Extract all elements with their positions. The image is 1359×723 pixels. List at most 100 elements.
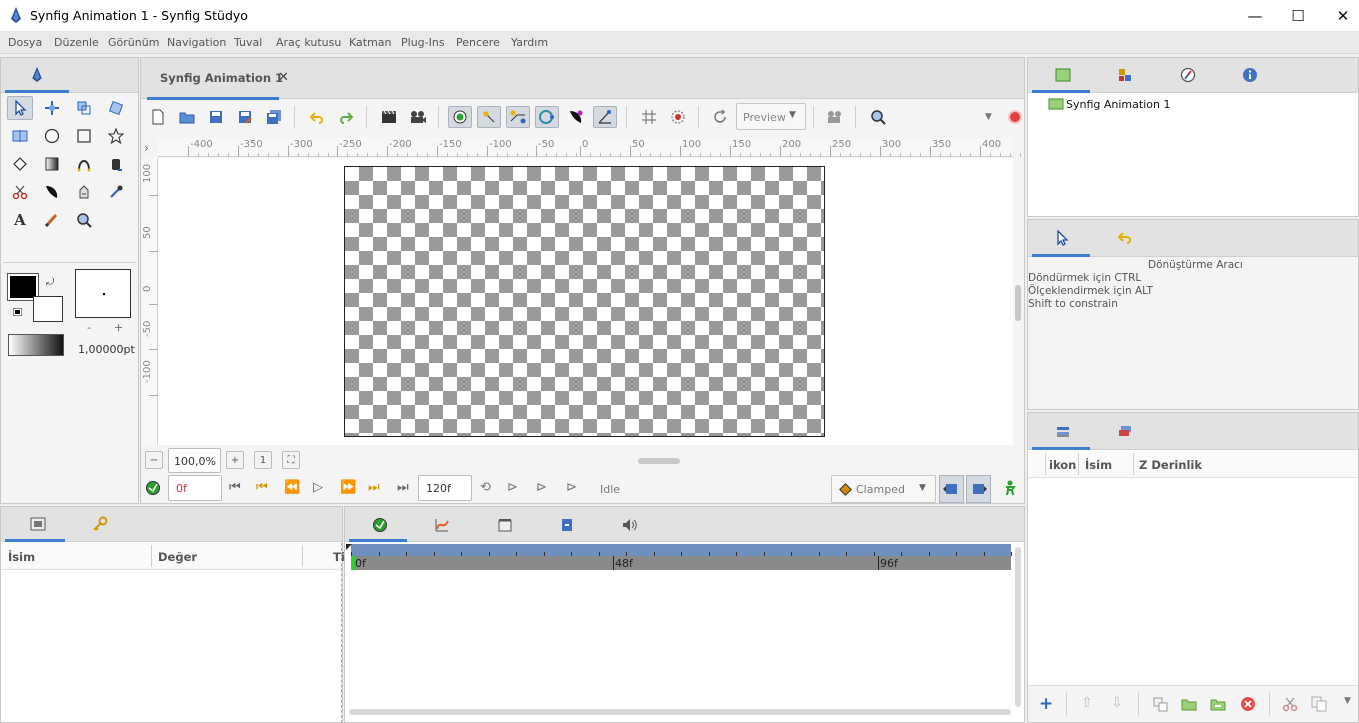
brush-tool-icon[interactable] <box>39 208 65 232</box>
default-gradient-swatch[interactable] <box>8 334 64 356</box>
open-file-icon[interactable] <box>175 106 199 128</box>
layers-col-zdepth[interactable]: Z Derinlik <box>1139 458 1202 472</box>
bounds-toggle-icon[interactable]: ⊳ <box>536 481 547 494</box>
text-tool-icon[interactable]: A <box>7 208 33 232</box>
brush-size-preview[interactable] <box>75 269 131 318</box>
copy-layer-icon[interactable] <box>1311 696 1327 715</box>
brush-size-increase[interactable]: + <box>114 321 123 334</box>
sound-tab-icon[interactable] <box>621 517 637 536</box>
camera-render-icon[interactable] <box>823 106 847 128</box>
horizontal-scrollbar[interactable] <box>638 458 680 464</box>
redo-icon[interactable] <box>334 106 358 128</box>
zoom-fit-icon[interactable]: ⛶ <box>282 451 300 469</box>
navigator-tab-icon[interactable] <box>1180 67 1196 86</box>
ungroup-layer-icon[interactable] <box>1210 697 1226 714</box>
save-all-icon[interactable] <box>262 106 286 128</box>
toolbar-overflow-icon[interactable]: ▼ <box>985 112 992 122</box>
cut-layer-icon[interactable] <box>1282 696 1298 715</box>
canvas-browser-tab-icon[interactable] <box>1055 68 1071 85</box>
save-as-icon[interactable] <box>233 106 257 128</box>
polygon-tool-icon[interactable] <box>7 152 33 176</box>
params-col-name[interactable]: İsim <box>8 550 35 564</box>
curves-tab-icon[interactable] <box>434 517 450 536</box>
undo-icon[interactable] <box>305 106 329 128</box>
zoom-window-icon[interactable] <box>866 106 890 128</box>
star-tool-icon[interactable] <box>103 124 129 148</box>
loop-icon[interactable]: ⟲ <box>480 481 491 494</box>
zoom-out-icon[interactable]: − <box>145 451 163 469</box>
menu-layer[interactable]: Katman <box>349 36 392 49</box>
onion-skin-icon[interactable] <box>666 106 690 128</box>
vertical-scrollbar[interactable] <box>1015 285 1021 321</box>
circle-tool-icon[interactable] <box>39 124 65 148</box>
animation-mode-person-icon[interactable] <box>1003 480 1017 499</box>
fill-tool-icon[interactable] <box>103 152 129 176</box>
zoom-reset-icon[interactable]: 1 <box>254 451 272 469</box>
show-grid-icon[interactable] <box>637 106 661 128</box>
swap-colors-icon[interactable]: ⤾ <box>46 278 54 288</box>
rotate-tool-icon[interactable] <box>103 96 129 120</box>
transform-tool-icon[interactable] <box>7 96 33 120</box>
seek-begin-icon[interactable]: ⏮ <box>229 481 241 494</box>
play-icon[interactable]: ▷ <box>313 481 323 494</box>
document-tab[interactable]: Synfig Animation 1 ✕ <box>147 58 303 100</box>
prev-frame-icon[interactable]: ⏪ <box>284 481 300 494</box>
zoom-tool-icon[interactable] <box>71 208 97 232</box>
library-undo-tab-icon[interactable] <box>1117 230 1133 247</box>
info-tab-icon[interactable] <box>1242 67 1258 86</box>
menu-window[interactable]: Pencere <box>456 36 500 49</box>
zoom-value-field[interactable]: 100,0% <box>168 448 221 473</box>
fill-color-swatch[interactable] <box>33 296 63 322</box>
delete-layer-icon[interactable] <box>1240 696 1256 715</box>
menu-navigation[interactable]: Navigation <box>167 36 226 49</box>
bounds-start-icon[interactable]: ⊳ <box>507 481 518 494</box>
timetrack-horizontal-scrollbar[interactable] <box>349 709 1011 715</box>
layers-tab-icon[interactable] <box>1055 423 1071 442</box>
show-radius-handles-icon[interactable] <box>535 106 559 128</box>
show-width-handles-icon[interactable] <box>564 106 588 128</box>
close-tab-icon[interactable]: ✕ <box>278 70 289 85</box>
refresh-icon[interactable] <box>708 106 732 128</box>
render-icon[interactable] <box>377 106 401 128</box>
bounds-end-icon[interactable]: ⊳ <box>566 481 577 494</box>
mirror-tool-icon[interactable] <box>7 124 33 148</box>
menu-help[interactable]: Yardım <box>511 36 548 49</box>
timeline-track[interactable]: 0f 48f 96f <box>351 556 1011 570</box>
lower-layer-icon[interactable]: ⇩ <box>1111 695 1123 711</box>
zoom-in-icon[interactable]: + <box>226 451 244 469</box>
new-file-icon[interactable] <box>146 106 170 128</box>
menu-view[interactable]: Görünüm <box>108 36 159 49</box>
show-vertex-handles-icon[interactable] <box>506 106 530 128</box>
menu-toolbox[interactable]: Araç kutusu <box>276 36 341 49</box>
params-tab-icon[interactable] <box>30 517 46 534</box>
brush-size-decrease[interactable]: - <box>87 321 91 334</box>
draw-tool-icon[interactable] <box>39 180 65 204</box>
new-layer-icon[interactable]: + <box>1039 694 1053 714</box>
menu-plugins[interactable]: Plug-Ins <box>401 36 445 49</box>
smooth-move-tool-icon[interactable] <box>39 96 65 120</box>
past-keyframes-lock-icon[interactable] <box>939 475 964 503</box>
spline-tool-icon[interactable] <box>71 152 97 176</box>
raise-layer-icon[interactable]: ⇧ <box>1081 695 1093 711</box>
canvas-checkerboard[interactable] <box>344 166 825 437</box>
record-animation-icon[interactable] <box>1008 110 1022 124</box>
params-splitter[interactable] <box>341 543 342 723</box>
params-col-value[interactable]: Değer <box>158 550 197 564</box>
menu-file[interactable]: Dosya <box>8 36 42 49</box>
seek-end-icon[interactable]: ⏭ <box>397 481 409 494</box>
sets-tab-icon[interactable] <box>1117 423 1133 442</box>
preview-render-icon[interactable] <box>406 106 430 128</box>
history-tab-icon[interactable] <box>1117 67 1133 86</box>
show-position-handles-icon[interactable] <box>448 106 472 128</box>
ruler-menu-arrow-icon[interactable]: › <box>144 141 149 155</box>
canvas-browser-item[interactable]: Synfig Animation 1 <box>1066 98 1170 111</box>
prev-keyframe-icon[interactable]: ⏮ <box>256 481 268 494</box>
keyframes-tab-icon[interactable] <box>497 517 513 536</box>
next-keyframe-icon[interactable]: ⏭ <box>368 481 380 494</box>
layers-col-name[interactable]: İsim <box>1085 458 1112 472</box>
end-frame-field[interactable]: 120f <box>418 475 472 501</box>
current-frame-field[interactable]: 0f <box>168 475 222 501</box>
future-keyframes-lock-icon[interactable] <box>966 475 991 503</box>
tool-options-tab-icon[interactable] <box>1055 229 1069 249</box>
eyedropper-tool-icon[interactable] <box>103 180 129 204</box>
